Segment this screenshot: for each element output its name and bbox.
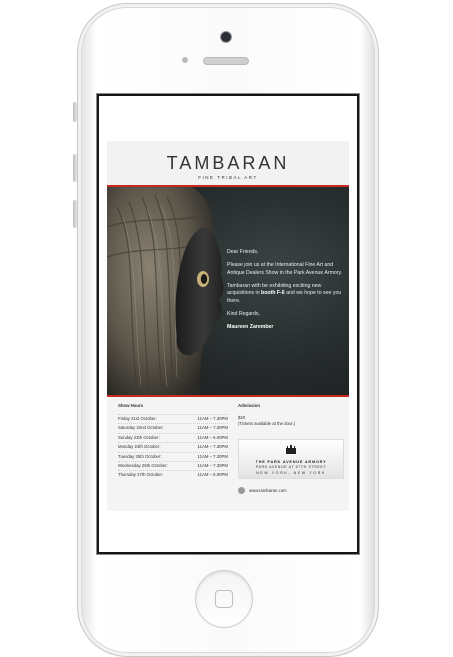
home-button[interactable] <box>195 570 253 628</box>
hours-time: 11AM – 7.30PM <box>197 425 229 431</box>
proximity-sensor <box>182 57 188 63</box>
closing: Kind Regards, <box>227 311 260 318</box>
venue-name: THE PARK AVENUE ARMORY <box>255 460 327 464</box>
hours-day: Tuesday 25th October: <box>118 453 162 459</box>
hours-day: Saturday 22nd October: <box>118 425 164 431</box>
website-link[interactable]: www.tambaran.com <box>249 488 287 493</box>
hours-day: Monday 24th October: <box>118 444 161 450</box>
brand-tagline: FINE TRIBAL ART <box>198 175 258 180</box>
hours-row: Thursday 27th October: 11AM – 6.00PM <box>118 470 228 479</box>
hours-row: Saturday 22nd October: 11AM – 7.30PM <box>118 423 228 432</box>
show-hours: Show Hours Friday 21st October: 11AM – 7… <box>118 403 228 480</box>
volume-up-button <box>73 154 77 182</box>
hours-row: Tuesday 25th October: 11AM – 7.30PM <box>118 451 229 461</box>
venue-address: PARK AVENUE AT 67TH STREET <box>255 465 327 469</box>
tribal-mask-image <box>107 187 225 395</box>
armory-building-icon <box>286 445 296 454</box>
hero-banner: Dear Friends, Please join us at the Inte… <box>107 187 349 395</box>
hours-day: Thursday 27th October: <box>118 472 164 478</box>
show-hours-title: Show Hours <box>118 403 144 408</box>
greeting: Dear Friends, <box>227 249 259 255</box>
screen-content: TAMBARAN FINE TRIBAL ART Dear Friends, P… <box>99 96 357 552</box>
email-newsletter: TAMBARAN FINE TRIBAL ART Dear Friends, P… <box>107 141 349 511</box>
signature-line: Maureen Zarember <box>227 324 343 332</box>
hours-time: 11AM – 6.00PM <box>197 434 229 440</box>
exhibit-paragraph: Tambaran with be exhibiting exciting new… <box>227 283 343 306</box>
iphone-frame: TAMBARAN FINE TRIBAL ART Dear Friends, P… <box>73 3 379 657</box>
admission-info: Admission $20 (Tickets available at the … <box>238 403 342 427</box>
signature: Maureen Zarember <box>227 324 274 331</box>
hours-day: Wednesday 26th October: <box>118 462 168 468</box>
booth-label: booth F-6 <box>261 290 285 297</box>
hours-time: 11AM – 6.00PM <box>197 472 229 478</box>
home-square-icon <box>215 590 233 608</box>
earpiece-speaker <box>203 57 249 65</box>
front-camera <box>220 31 232 43</box>
venue-card: THE PARK AVENUE ARMORY PARK AVENUE AT 67… <box>238 439 344 479</box>
hours-row: Monday 24th October: 11AM – 7.30PM <box>118 442 228 451</box>
mute-switch <box>73 102 77 122</box>
venue-city: NEW YORK, NEW YORK <box>256 471 326 475</box>
hours-row: Wednesday 26th October: 11AM – 7.30PM <box>118 460 229 470</box>
hours-row: Friday 21st October: 11AM – 7.30PM <box>118 414 228 423</box>
invitation-paragraph: Please join us at the International Fine… <box>227 262 343 276</box>
hours-row: Sunday 23th October: 11AM – 6.00PM <box>118 432 229 442</box>
admission-note: (Tickets available at the door.) <box>238 421 296 426</box>
website-link-row[interactable]: www.tambaran.com <box>238 487 287 494</box>
hours-day: Sunday 23th October: <box>118 434 160 440</box>
brand-header: TAMBARAN FINE TRIBAL ART <box>107 153 349 180</box>
event-info: Show Hours Friday 21st October: 11AM – 7… <box>107 397 349 511</box>
brand-logo: TAMBARAN <box>166 153 290 173</box>
hours-day: Friday 21st October: <box>118 416 157 421</box>
hero-letter: Dear Friends, Please join us at the Inte… <box>227 249 343 337</box>
hours-time: 11AM – 7.30PM <box>197 444 229 450</box>
volume-down-button <box>73 200 77 228</box>
hours-time: 11AM – 7.30PM <box>197 416 229 421</box>
hours-time: 11AM – 7.30PM <box>197 462 229 468</box>
hours-time: 11AM – 7.30PM <box>197 453 229 459</box>
globe-icon <box>238 487 245 494</box>
phone-screen: TAMBARAN FINE TRIBAL ART Dear Friends, P… <box>96 93 360 555</box>
admission-title: Admission <box>238 403 260 408</box>
